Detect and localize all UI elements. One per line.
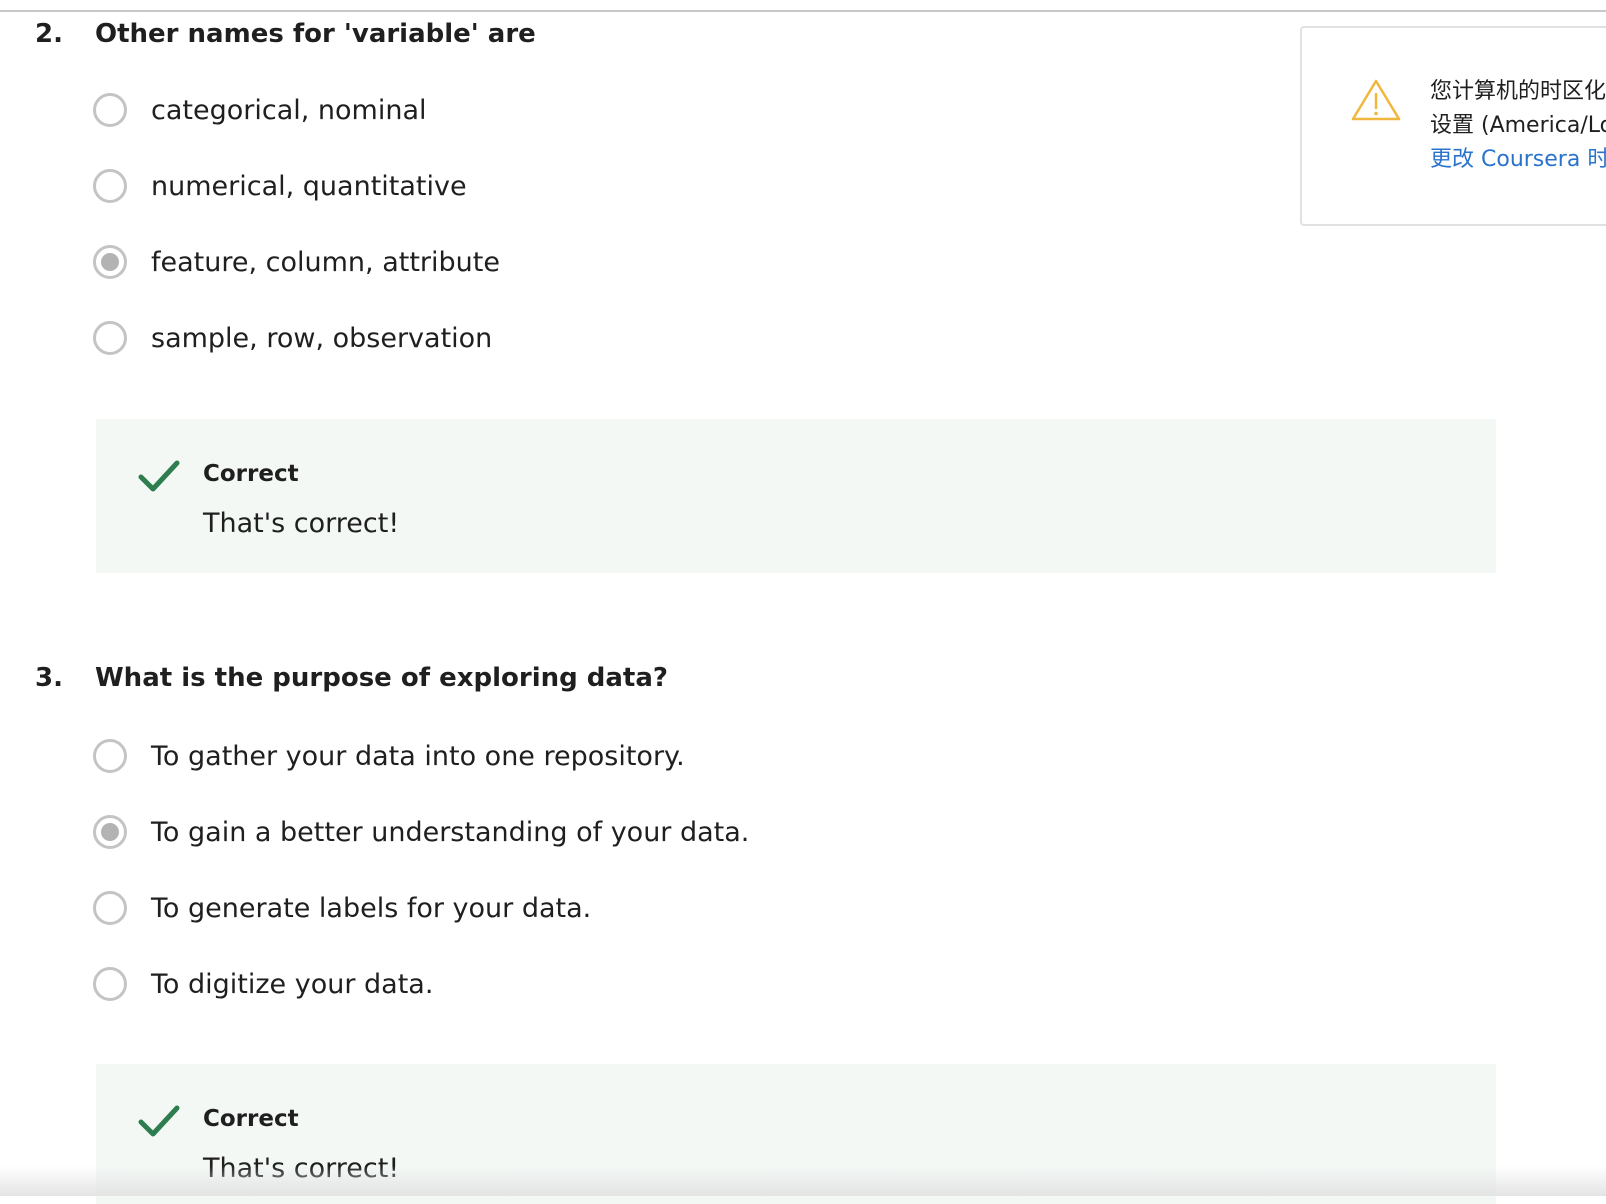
- question-text: What is the purpose of exploring data?: [95, 663, 668, 693]
- check-icon: [138, 1105, 180, 1137]
- option-generate-labels[interactable]: To generate labels for your data.: [93, 886, 591, 930]
- radio-button[interactable]: [93, 739, 127, 773]
- radio-button[interactable]: [93, 967, 127, 1001]
- question-number: 2.: [35, 19, 63, 49]
- option-sample-row-observation[interactable]: sample, row, observation: [93, 316, 492, 360]
- radio-button[interactable]: [93, 93, 127, 127]
- feedback-panel: Correct That's correct!: [96, 1064, 1496, 1204]
- question-3: 3. What is the purpose of exploring data…: [0, 661, 1500, 1204]
- feedback-title: Correct: [203, 1106, 299, 1132]
- feedback-text: That's correct!: [203, 1153, 400, 1184]
- option-label: To gather your data into one repository.: [151, 740, 685, 772]
- timezone-notice-line1: 您计算机的时区化: [1430, 79, 1606, 104]
- question-number: 3.: [35, 663, 63, 693]
- check-icon: [138, 460, 180, 492]
- timezone-notice: 您计算机的时区化 设置 (America/Lo 更改 Coursera 时: [1300, 26, 1606, 226]
- change-timezone-link[interactable]: 更改 Coursera 时: [1430, 144, 1606, 176]
- option-gather-data[interactable]: To gather your data into one repository.: [93, 734, 685, 778]
- option-feature-column-attribute[interactable]: feature, column, attribute: [93, 240, 500, 284]
- top-divider: [0, 10, 1606, 12]
- option-digitize-data[interactable]: To digitize your data.: [93, 962, 433, 1006]
- warning-triangle-icon: [1351, 79, 1401, 121]
- radio-button[interactable]: [93, 321, 127, 355]
- feedback-title: Correct: [203, 461, 299, 487]
- option-label: categorical, nominal: [151, 94, 427, 126]
- option-label: To digitize your data.: [151, 968, 434, 1000]
- option-label: sample, row, observation: [151, 322, 493, 354]
- radio-button-selected[interactable]: [93, 245, 127, 279]
- radio-button[interactable]: [93, 891, 127, 925]
- option-numerical-quantitative[interactable]: numerical, quantitative: [93, 164, 467, 208]
- option-label: numerical, quantitative: [151, 170, 467, 202]
- feedback-panel: Correct That's correct!: [96, 419, 1496, 573]
- radio-button[interactable]: [93, 169, 127, 203]
- radio-button-selected[interactable]: [93, 815, 127, 849]
- question-2: 2. Other names for 'variable' are catego…: [0, 17, 1500, 577]
- option-label: To generate labels for your data.: [151, 892, 592, 924]
- timezone-notice-line2: 设置 (America/Lo: [1430, 113, 1606, 138]
- question-text: Other names for 'variable' are: [95, 19, 536, 49]
- option-categorical-nominal[interactable]: categorical, nominal: [93, 88, 427, 132]
- option-better-understanding[interactable]: To gain a better understanding of your d…: [93, 810, 749, 854]
- option-label: feature, column, attribute: [151, 246, 500, 278]
- option-label: To gain a better understanding of your d…: [151, 816, 750, 848]
- feedback-text: That's correct!: [203, 508, 400, 539]
